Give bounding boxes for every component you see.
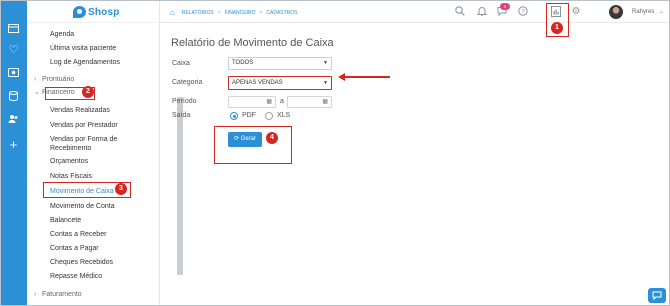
categoria-label: Categoria	[172, 79, 203, 86]
sidebar-item-balancete[interactable]: Balancete	[50, 216, 81, 225]
search-icon[interactable]	[454, 6, 466, 18]
saida-pdf-label[interactable]: PDF	[242, 112, 256, 119]
sidebar-item-vendas-forma-recebimento[interactable]: Vendas por Forma de Recebimento	[50, 135, 145, 153]
sidebar-item-log-agendamentos[interactable]: Log de Agendamentos	[50, 58, 120, 67]
sidebar-item-vendas-prestador[interactable]: Vendas por Prestador	[50, 121, 118, 130]
users-icon[interactable]	[7, 114, 20, 125]
breadcrumb-separator-icon: >	[259, 9, 263, 16]
sidebar-item-notas-fiscais[interactable]: Notas Fiscais	[50, 172, 92, 181]
brand[interactable]: Shosp	[27, 1, 160, 23]
money-icon[interactable]	[7, 68, 20, 79]
caixa-select-value: TODOS	[232, 60, 254, 66]
sidebar-scrollbar[interactable]	[177, 97, 183, 275]
sidebar-group-faturamento[interactable]: › Faturamento	[34, 290, 82, 299]
notification-badge: 0	[500, 3, 510, 10]
sidebar-item-orcamentos[interactable]: Orçamentos	[50, 157, 88, 166]
top-bar: ⌂ RELATÓRIOS > FINANCEIRO > CADASTROS 0 …	[160, 1, 669, 23]
brand-logo-icon	[73, 6, 86, 18]
annotation-number-4: 4	[266, 132, 278, 144]
categoria-select-value: APENAS VENDAS	[232, 80, 283, 86]
breadcrumb-cadastros[interactable]: CADASTROS	[266, 10, 297, 16]
periodo-separator: a	[280, 98, 284, 105]
heart-icon[interactable]: ♡	[7, 45, 20, 56]
sidebar-item-ultima-visita[interactable]: Última visita paciente	[50, 44, 116, 53]
periodo-start-input[interactable]: ▦	[228, 96, 276, 108]
home-icon[interactable]: ⌂	[170, 8, 175, 17]
annotation-number-2: 2	[82, 86, 94, 98]
brand-name: Shosp	[88, 6, 120, 18]
plus-icon[interactable]: +	[7, 138, 20, 151]
annotation-number-3: 3	[115, 183, 127, 195]
sidebar-group-prontuario[interactable]: › Prontuário	[34, 75, 74, 84]
sidebar-item-repasse-medico[interactable]: Repasse Médico	[50, 272, 102, 281]
app-window: ♡ + Shosp Agenda Última visita paciente …	[0, 0, 670, 306]
calendar-icon[interactable]: ▦	[322, 98, 328, 105]
avatar[interactable]	[609, 5, 623, 19]
chevron-down-icon[interactable]: ⌄	[659, 8, 664, 15]
sidebar-item-movimento-conta[interactable]: Movimento de Conta	[50, 202, 115, 211]
annotation-box-4	[214, 126, 292, 164]
calendar-icon[interactable]: ▦	[266, 98, 272, 105]
chevron-right-icon: ›	[34, 291, 37, 298]
periodo-label: Período	[172, 98, 197, 105]
breadcrumb-relatorios[interactable]: RELATÓRIOS	[182, 10, 214, 16]
saida-xls-label[interactable]: XLS	[277, 112, 290, 119]
categoria-select[interactable]: APENAS VENDAS ▼	[228, 76, 332, 90]
saida-xls-radio[interactable]	[265, 112, 273, 120]
sidebar-item-agenda[interactable]: Agenda	[50, 30, 74, 39]
chevron-right-icon: ›	[34, 76, 37, 83]
sidebar-item-contas-pagar[interactable]: Contas a Pagar	[50, 244, 99, 253]
annotation-number-1: 1	[551, 22, 563, 34]
user-name[interactable]: Rahyres	[632, 9, 654, 15]
chat-icon[interactable]	[648, 288, 666, 303]
caret-down-icon: ▼	[323, 60, 328, 66]
sidebar-item-cheques-recebidos[interactable]: Cheques Recebidos	[50, 258, 113, 267]
bell-icon[interactable]	[476, 6, 488, 18]
sidebar-item-vendas-realizadas[interactable]: Vendas Realizadas	[50, 106, 110, 115]
caret-down-icon: ▼	[323, 80, 328, 86]
icon-rail: ♡ +	[1, 1, 27, 305]
breadcrumb-separator-icon: >	[217, 9, 221, 16]
saida-pdf-radio[interactable]	[230, 112, 238, 120]
breadcrumb-financeiro[interactable]: FINANCEIRO	[225, 10, 256, 16]
caixa-select[interactable]: TODOS ▼	[228, 57, 332, 70]
gear-icon[interactable]: ⚙	[570, 6, 582, 18]
chevron-down-icon: ⌄	[34, 89, 40, 96]
breadcrumb: ⌂ RELATÓRIOS > FINANCEIRO > CADASTROS	[170, 8, 298, 17]
periodo-end-input[interactable]: ▦	[287, 96, 332, 108]
calendar-icon[interactable]	[7, 23, 20, 34]
sidebar-item-contas-receber[interactable]: Contas a Receber	[50, 230, 106, 239]
sidebar: Shosp Agenda Última visita paciente Log …	[27, 1, 183, 305]
annotation-arrow-line	[344, 76, 390, 78]
saida-label: Saída	[172, 112, 191, 119]
page-title: Relatório de Movimento de Caixa	[171, 37, 334, 49]
caixa-label: Caixa	[172, 60, 190, 67]
help-icon[interactable]: ?	[517, 6, 529, 18]
database-icon[interactable]	[7, 91, 20, 102]
